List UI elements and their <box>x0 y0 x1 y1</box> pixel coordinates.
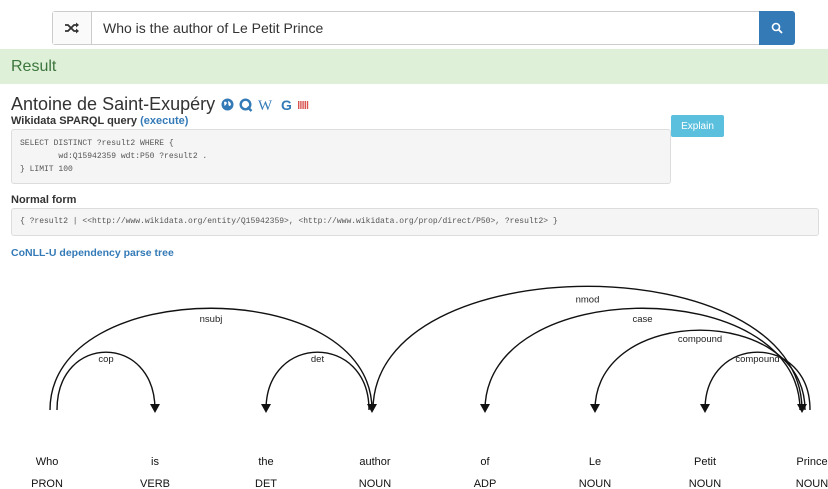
token-pos: ADP <box>474 478 497 489</box>
search-bar <box>52 11 795 45</box>
explain-button[interactable]: Explain <box>671 115 724 137</box>
arc-arrowhead <box>480 404 490 413</box>
token-pos: NOUN <box>579 478 611 489</box>
normal-form-label: Normal form <box>11 194 77 206</box>
token-word: the <box>258 456 273 468</box>
arc-label: compound <box>735 354 779 365</box>
token-word: of <box>480 456 490 468</box>
arc-label: case <box>632 314 652 325</box>
arc-arrowhead <box>590 404 600 413</box>
token-pos: NOUN <box>689 478 721 489</box>
token-pos: NOUN <box>796 478 828 489</box>
search-icon <box>771 22 783 34</box>
token-word: is <box>151 456 159 468</box>
token-pos: NOUN <box>359 478 391 489</box>
sparql-label: Wikidata SPARQL query (execute) <box>11 115 188 127</box>
arc-arrowhead <box>261 404 271 413</box>
svg-text:G: G <box>281 98 292 112</box>
answer-row: Antoine de Saint-Exupéry W G <box>11 94 309 115</box>
token-word: Who <box>36 456 59 468</box>
token-word: Prince <box>796 456 827 468</box>
token-word: Petit <box>694 456 716 468</box>
arc-label: cop <box>98 354 113 365</box>
token-word: author <box>359 456 391 468</box>
arc-label: det <box>311 354 325 365</box>
arc-label: nsubj <box>200 314 223 325</box>
shuffle-icon <box>65 22 79 34</box>
arc-arrowhead <box>700 404 710 413</box>
wikipedia-icon[interactable]: W <box>258 98 276 112</box>
parse-tree: nsubj cop det nmod case compound compound Who PR… <box>31 285 828 489</box>
globe-icon[interactable] <box>221 98 234 111</box>
answer-title: Antoine de Saint-Exupéry <box>11 94 216 114</box>
arc-label: compound <box>678 334 722 345</box>
barcode-icon[interactable] <box>298 100 309 109</box>
arc-label: nmod <box>576 294 600 305</box>
arc-arrowhead <box>150 404 160 413</box>
token-pos: DET <box>255 478 277 489</box>
shuffle-button[interactable] <box>53 12 92 44</box>
sparql-label-text: Wikidata SPARQL query <box>11 115 138 127</box>
sparql-code: SELECT DISTINCT ?result2 WHERE { wd:Q159… <box>11 129 671 184</box>
q-icon[interactable] <box>239 97 253 112</box>
result-header: Result <box>0 49 828 84</box>
normal-form-value: { ?result2 | <<http://www.wikidata.org/e… <box>11 208 819 236</box>
token-word: Le <box>589 456 601 468</box>
search-input[interactable] <box>91 12 758 44</box>
token-pos: PRON <box>31 478 63 489</box>
token-pos: VERB <box>140 478 170 489</box>
execute-link[interactable]: (execute) <box>140 115 188 127</box>
google-icon[interactable]: G <box>281 98 293 112</box>
search-button[interactable] <box>759 11 795 45</box>
svg-text:W: W <box>258 98 273 112</box>
